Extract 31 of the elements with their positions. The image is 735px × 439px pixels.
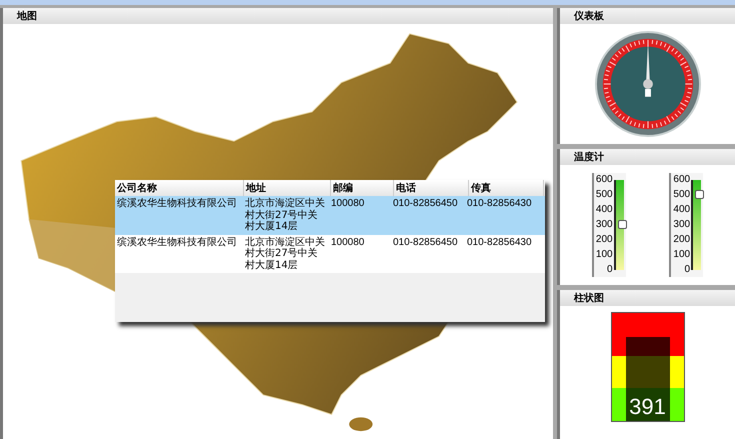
meter-reading: 391	[628, 395, 667, 419]
table-cell-text: 100080	[330, 236, 366, 250]
table-cell-text: 010-82856450	[392, 198, 459, 211]
scale-label: 200	[673, 235, 690, 245]
scale-label: 100	[596, 250, 613, 260]
panel-title: 柱状图	[560, 290, 735, 306]
scale-label: 600	[596, 175, 613, 185]
scale-label: 300	[596, 220, 613, 230]
table-cell-text: 缤溪农华生物科技有限公司	[116, 236, 238, 250]
table-cell-text: 100080	[330, 198, 366, 211]
scale-label: 200	[596, 235, 613, 245]
table-cell-text: 北京市海淀区中关村大街27号中关村大厦14层	[244, 198, 326, 232]
panel-title: 地图	[3, 8, 553, 24]
scale-label: 400	[673, 205, 690, 215]
panel-title: 仪表板	[560, 8, 735, 24]
scale-label: 300	[673, 220, 690, 230]
scale-label: 0	[684, 265, 690, 275]
table-cell-text: 缤溪农华生物科技有限公司	[116, 198, 238, 211]
table-cell-text: 010-82856430	[466, 198, 533, 211]
scale-label: 600	[673, 175, 690, 185]
table-row[interactable]: 缤溪农华生物科技有限公司 北京市海淀区中关村大街27号中关村大厦14层 100080 010-82856450 010-82856430	[115, 196, 545, 234]
table-cell-text: 北京市海淀区中关村大街27号中关村大厦14层	[244, 236, 326, 271]
scale-label: 400	[596, 205, 613, 215]
scale-label: 500	[673, 190, 690, 200]
table-row[interactable]: 缤溪农华生物科技有限公司 北京市海淀区中关村大街27号中关村大厦14层 100080 010-82856450 010-82856430	[115, 234, 545, 273]
scale-label: 100	[673, 250, 690, 260]
scale-label: 500	[596, 190, 613, 200]
table-cell-text: 010-82856430	[466, 236, 533, 250]
panel-title: 温度计	[560, 149, 735, 165]
table-cell-text: 010-82856450	[392, 236, 459, 250]
scale-label: 0	[607, 265, 613, 275]
